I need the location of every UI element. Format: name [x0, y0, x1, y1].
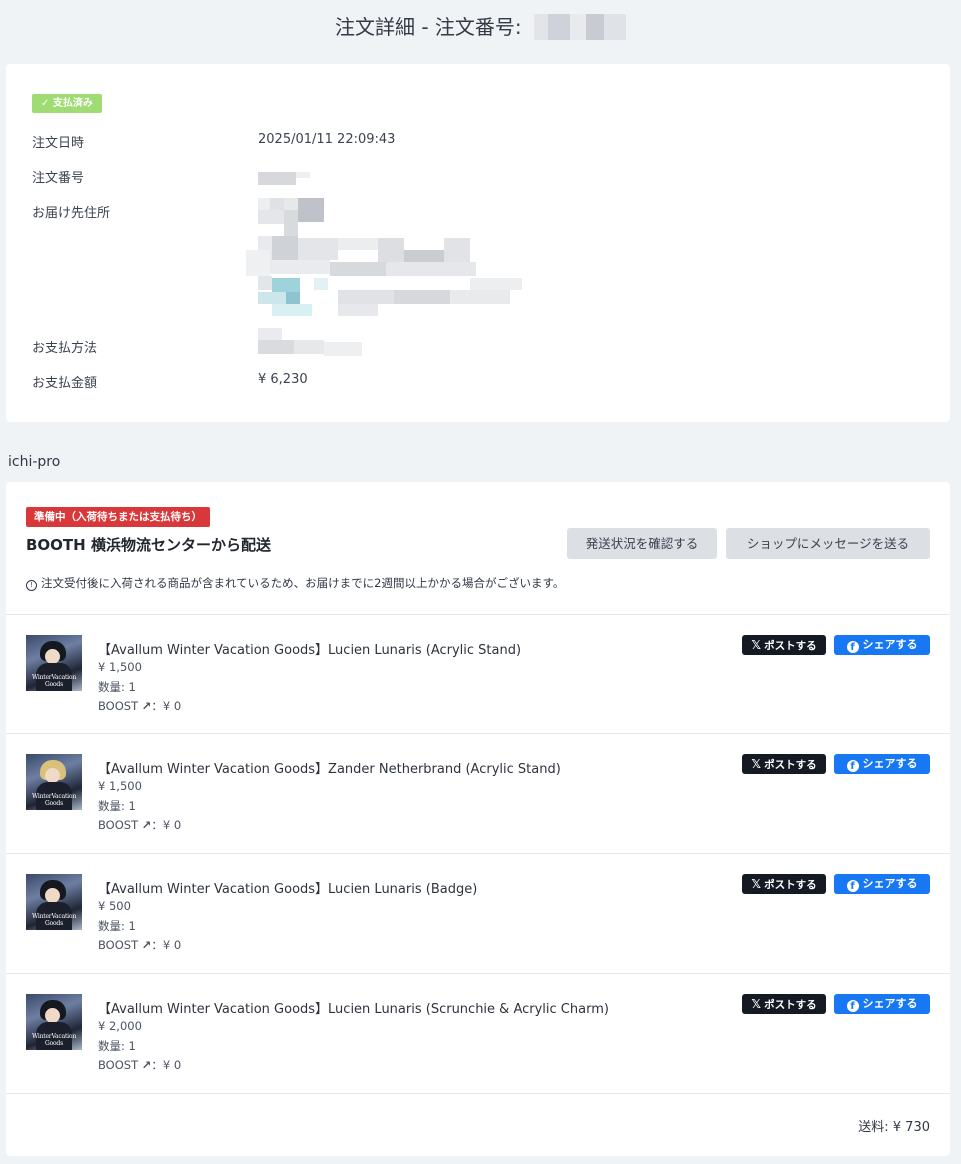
item-boost: BOOST ↗：¥ 0	[98, 817, 181, 833]
x-logo-icon: 𝕏	[751, 877, 762, 891]
shipping-fee-text: 送料: ¥ 730	[858, 1120, 930, 1135]
item-title-link[interactable]: 【Avallum Winter Vacation Goods】Lucien Lu…	[98, 878, 477, 897]
order-summary-card: ✓ 支払済み 注文日時 2025/01/11 22:09:43 注文番号 お届け…	[6, 64, 950, 422]
page-title: 注文詳細 - 注文番号:	[0, 12, 961, 42]
facebook-icon: f	[846, 1000, 859, 1012]
payment-amount-value: ¥ 6,230	[258, 372, 308, 387]
boost-value: ：¥ 0	[151, 938, 182, 952]
share-on-x-button[interactable]: 𝕏 ポストする	[742, 635, 826, 655]
item-boost: BOOST ↗：¥ 0	[98, 937, 181, 953]
shipping-notice: ! 注文受付後に入荷される商品が含まれているため、お届けまでに2週間以上かかる場合…	[26, 575, 564, 591]
share-x-label: ポストする	[764, 999, 817, 1011]
x-logo-icon: 𝕏	[751, 997, 762, 1011]
divider	[6, 1093, 950, 1094]
share-fb-label: シェアする	[862, 877, 918, 890]
paid-status-badge: ✓ 支払済み	[32, 94, 102, 113]
share-on-facebook-button[interactable]: f シェアする	[834, 874, 930, 894]
payment-method-label: お支払方法	[32, 341, 98, 356]
payment-amount-label: お支払金額	[32, 376, 98, 391]
item-thumbnail[interactable]: WinterVacation Goods	[26, 635, 82, 691]
page-title-text: 注文詳細 - 注文番号:	[334, 15, 522, 39]
order-item: WinterVacation Goods 【Avallum Winter Vac…	[6, 974, 950, 1093]
shipping-notice-text: 注文受付後に入荷される商品が含まれているため、お届けまでに2週間以上かかる場合が…	[41, 576, 565, 590]
item-quantity: 数量: 1	[98, 680, 136, 694]
item-quantity: 数量: 1	[98, 919, 136, 933]
x-logo-icon: 𝕏	[751, 757, 762, 771]
thumbnail-caption: WinterVacation Goods	[32, 913, 76, 927]
share-fb-label: シェアする	[862, 997, 918, 1010]
boost-label: BOOST	[98, 699, 139, 713]
item-thumbnail[interactable]: WinterVacation Goods	[26, 994, 82, 1050]
boost-label: BOOST	[98, 1058, 139, 1072]
order-date-value: 2025/01/11 22:09:43	[258, 132, 396, 147]
item-price: ¥ 2,000	[98, 1019, 142, 1033]
share-x-label: ポストする	[764, 879, 817, 891]
redacted-order-number	[534, 13, 627, 40]
shop-name[interactable]: ichi-pro	[8, 454, 60, 470]
shipment-card: 準備中（入荷待ちまたは支払待ち） BOOTH 横浜物流センターから配送 発送状況…	[6, 482, 950, 1156]
x-logo-icon: 𝕏	[751, 638, 762, 652]
item-title-link[interactable]: 【Avallum Winter Vacation Goods】Zander Ne…	[98, 758, 561, 777]
item-quantity: 数量: 1	[98, 1039, 136, 1053]
delivery-address-label: お届け先住所	[32, 206, 111, 221]
share-fb-label: シェアする	[862, 638, 918, 651]
item-quantity: 数量: 1	[98, 799, 136, 813]
boost-arrow-icon: ↗	[141, 1058, 152, 1072]
facebook-icon: f	[846, 760, 859, 772]
item-price: ¥ 1,500	[98, 660, 142, 674]
share-on-facebook-button[interactable]: f シェアする	[834, 635, 930, 655]
check-shipping-status-button[interactable]: 発送状況を確認する	[567, 528, 717, 559]
item-price: ¥ 500	[98, 899, 131, 913]
share-on-facebook-button[interactable]: f シェアする	[834, 754, 930, 774]
order-number-label: 注文番号	[32, 171, 85, 186]
facebook-icon: f	[846, 641, 859, 653]
thumbnail-caption: WinterVacation Goods	[32, 793, 76, 807]
boost-arrow-icon: ↗	[141, 699, 152, 713]
boost-value: ：¥ 0	[151, 699, 182, 713]
share-on-x-button[interactable]: 𝕏 ポストする	[742, 994, 826, 1014]
item-title-link[interactable]: 【Avallum Winter Vacation Goods】Lucien Lu…	[98, 998, 609, 1017]
boost-label: BOOST	[98, 818, 139, 832]
share-x-label: ポストする	[764, 759, 817, 771]
facebook-icon: f	[846, 880, 859, 892]
preparing-status-badge: 準備中（入荷待ちまたは支払待ち）	[26, 507, 210, 527]
boost-value: ：¥ 0	[151, 818, 182, 832]
message-shop-button[interactable]: ショップにメッセージを送る	[726, 528, 930, 559]
item-thumbnail[interactable]: WinterVacation Goods	[26, 874, 82, 930]
order-item: WinterVacation Goods 【Avallum Winter Vac…	[6, 615, 950, 734]
order-date-label: 注文日時	[32, 136, 85, 151]
ship-from-text: BOOTH 横浜物流センターから配送	[26, 536, 271, 554]
item-title-link[interactable]: 【Avallum Winter Vacation Goods】Lucien Lu…	[98, 639, 521, 658]
item-price: ¥ 1,500	[98, 779, 142, 793]
boost-arrow-icon: ↗	[141, 938, 152, 952]
boost-label: BOOST	[98, 938, 139, 952]
order-item: WinterVacation Goods 【Avallum Winter Vac…	[6, 734, 950, 853]
item-boost: BOOST ↗：¥ 0	[98, 698, 181, 714]
share-on-x-button[interactable]: 𝕏 ポストする	[742, 874, 826, 894]
share-x-label: ポストする	[764, 640, 817, 652]
thumbnail-caption: WinterVacation Goods	[32, 674, 76, 688]
share-on-facebook-button[interactable]: f シェアする	[834, 994, 930, 1014]
info-icon: !	[26, 580, 37, 591]
share-on-x-button[interactable]: 𝕏 ポストする	[742, 754, 826, 774]
item-thumbnail[interactable]: WinterVacation Goods	[26, 754, 82, 810]
order-item: WinterVacation Goods 【Avallum Winter Vac…	[6, 854, 950, 973]
share-fb-label: シェアする	[862, 757, 918, 770]
item-boost: BOOST ↗：¥ 0	[98, 1057, 181, 1073]
boost-arrow-icon: ↗	[141, 818, 152, 832]
boost-value: ：¥ 0	[151, 1058, 182, 1072]
thumbnail-caption: WinterVacation Goods	[32, 1033, 76, 1047]
